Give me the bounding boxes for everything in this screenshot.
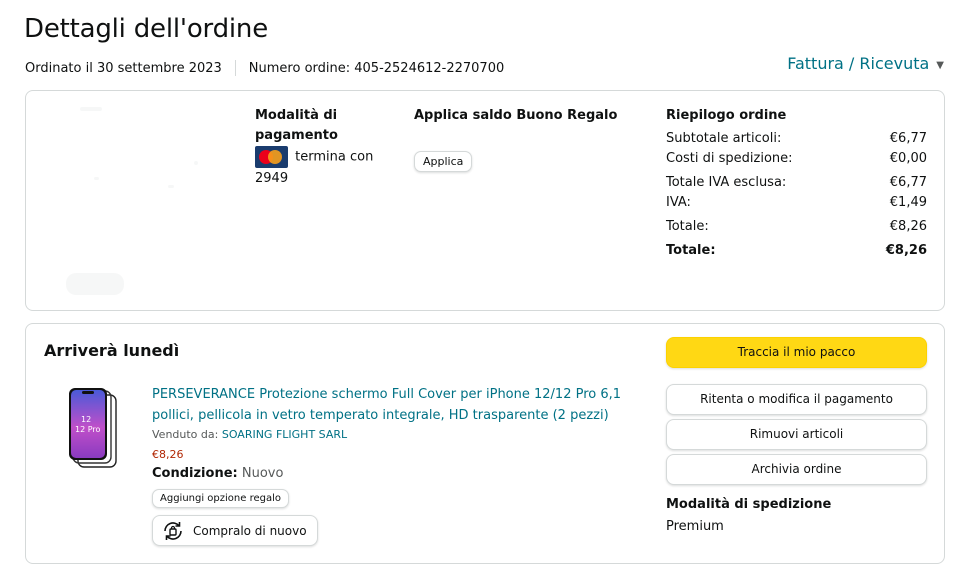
buy-again-button[interactable]: Compralo di nuovo [152,515,318,546]
product-price: €8,26 [152,448,184,461]
track-package-button[interactable]: Traccia il mio pacco [666,337,927,368]
page-title: Dettagli dell'ordine [24,14,268,44]
seller-info: Venduto da: SOARING FLIGHT SARL [152,428,347,441]
summary-row-total-excl-vat: Totale IVA esclusa: €6,77 [666,175,927,190]
add-gift-option-button[interactable]: Aggiungi opzione regalo [152,489,289,508]
order-number: Numero ordine: 405-2524612-2270700 [248,60,505,76]
summary-row-grand-total: Totale: €8,26 [666,243,927,258]
card-last-digits: 2949 [255,171,289,186]
invoice-dropdown[interactable]: Fattura / Ricevuta ▼ [787,54,944,73]
archive-order-button[interactable]: Archivia ordine [666,454,927,485]
shipment-box: Arriverà lunedì 12 12 Pro PERSEVERANCE P… [25,323,945,564]
svg-text:12: 12 [81,415,91,424]
order-date: Ordinato il 30 settembre 2023 [25,60,222,76]
summary-row-total: Totale: €8,26 [666,219,927,234]
meta-divider [234,60,236,76]
summary-row-shipping: Costi di spedizione: €0,00 [666,151,927,166]
card-ending-text: termina con [295,149,374,165]
summary-row-subtotal: Subtotale articoli: €6,77 [666,131,927,146]
summary-row-vat: IVA: €1,49 [666,195,927,210]
payment-method-section: Modalità di pagamento termina con 2949 [255,106,385,189]
payment-method-title: Modalità di pagamento [255,108,338,143]
apply-gift-card-button[interactable]: Applica [414,151,473,172]
shipping-address-redacted [46,105,236,305]
product-image[interactable]: 12 12 Pro [64,387,124,473]
order-meta: Ordinato il 30 settembre 2023 Numero ord… [25,60,504,76]
gift-card-section: Applica saldo Buono Regalo Applica [414,106,617,172]
order-summary-box: Modalità di pagamento termina con 2949 A… [25,90,945,311]
seller-label: Venduto da: [152,428,219,441]
remove-items-button[interactable]: Rimuovi articoli [666,419,927,450]
product-condition: Condizione: Nuovo [152,466,283,481]
order-actions: Traccia il mio pacco Ritenta o modifica … [666,337,927,534]
mastercard-icon [255,146,288,168]
shipping-method-title: Modalità di spedizione [666,497,832,512]
invoice-link-label: Fattura / Ricevuta [787,54,930,73]
seller-link[interactable]: SOARING FLIGHT SARL [222,428,347,441]
product-title-link[interactable]: PERSEVERANCE Protezione schermo Full Cov… [152,384,632,426]
arrival-status: Arriverà lunedì [44,341,180,360]
buy-again-icon [164,521,182,540]
chevron-down-icon: ▼ [936,59,944,71]
retry-payment-button[interactable]: Ritenta o modifica il pagamento [666,384,927,415]
phone-screen-protector-icon: 12 12 Pro [69,388,117,468]
condition-value: Nuovo [241,466,284,481]
condition-label: Condizione: [152,466,238,481]
svg-text:12 Pro: 12 Pro [75,425,101,434]
payment-card-info: termina con 2949 [255,146,385,189]
shipping-method-value: Premium [666,519,724,534]
gift-card-title: Applica saldo Buono Regalo [414,108,618,123]
order-summary: Riepilogo ordine Subtotale articoli: €6,7… [666,106,927,261]
order-summary-title: Riepilogo ordine [666,108,787,123]
buy-again-label: Compralo di nuovo [193,523,307,538]
